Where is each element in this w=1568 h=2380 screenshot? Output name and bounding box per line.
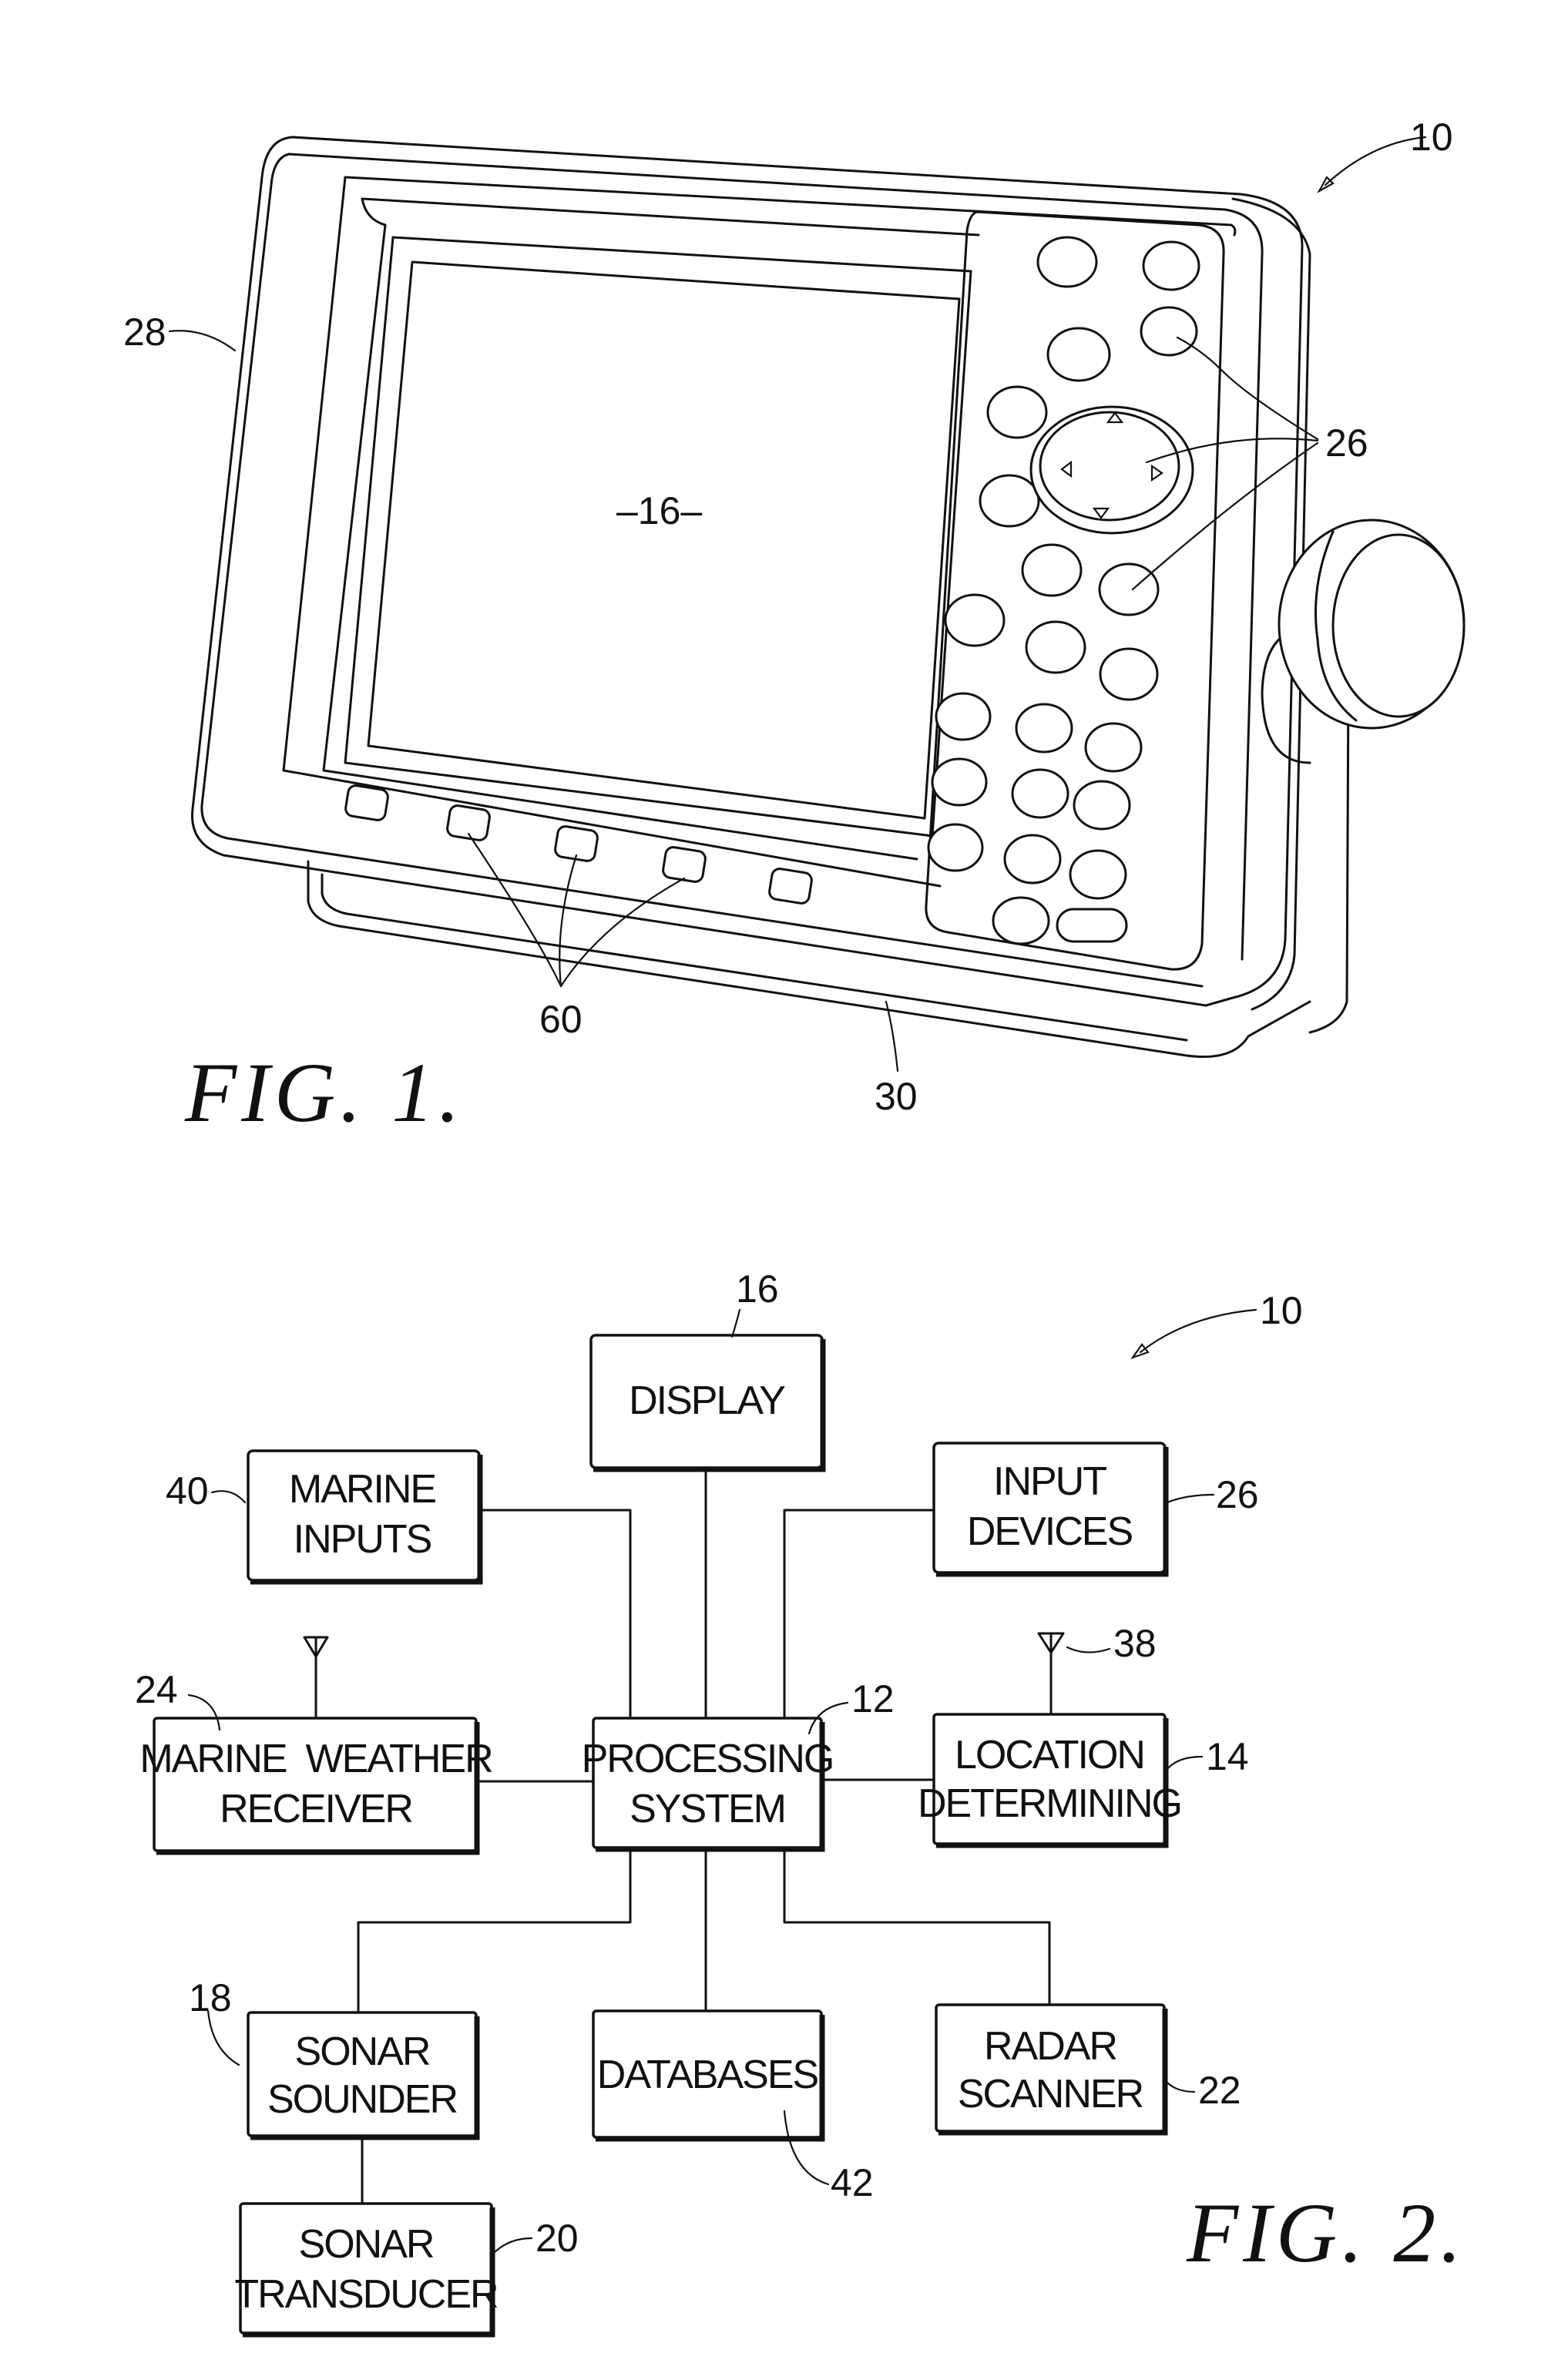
ref-label-24: 24 bbox=[135, 1668, 178, 1711]
ref-label-60: 60 bbox=[539, 998, 583, 1041]
soft-key[interactable] bbox=[446, 804, 491, 841]
screen-display-area bbox=[367, 260, 961, 820]
block-input-devices: INPUT DEVICES bbox=[932, 1442, 1169, 1577]
block-sonar-sounder-label-2: SOUNDER bbox=[267, 2077, 457, 2122]
keypad-button[interactable] bbox=[927, 823, 984, 872]
block-sonar-transducer-label-1: SONAR bbox=[299, 2222, 434, 2267]
ref-label-10-fig1: 10 bbox=[1410, 116, 1453, 159]
soft-key[interactable] bbox=[662, 846, 707, 883]
ref-label-20: 20 bbox=[536, 2217, 579, 2260]
fig2-block-diagram: DISPLAY MARINE INPUTS INPUT DEVICES MARI… bbox=[135, 1267, 1466, 2338]
ref-label-28: 28 bbox=[123, 311, 166, 354]
block-input-devices-label-1: INPUT bbox=[993, 1459, 1106, 1504]
block-radar-label-1: RADAR bbox=[984, 2024, 1116, 2069]
arrowhead-icon bbox=[1130, 1343, 1150, 1360]
keypad-buttons bbox=[927, 236, 1200, 945]
leader-28 bbox=[168, 330, 237, 352]
keypad-button[interactable] bbox=[992, 896, 1050, 945]
fig2-caption: FIG. 2. bbox=[1186, 2186, 1466, 2280]
block-display: DISPLAY bbox=[589, 1334, 826, 1472]
fig1-device-drawing: –16– 10 28 26 60 30 FIG. 1. bbox=[123, 116, 1466, 1140]
keypad-button[interactable] bbox=[1011, 768, 1069, 819]
ref-label-42: 42 bbox=[831, 2161, 874, 2204]
keypad-button[interactable] bbox=[1142, 240, 1200, 291]
bracket-arm bbox=[1308, 676, 1350, 1034]
block-weather-label-1: MARINE WEATHER bbox=[139, 1737, 492, 1781]
block-location-label-2: DETERMINING bbox=[918, 1781, 1181, 1826]
screen-frame bbox=[344, 236, 972, 838]
line-processing-radar bbox=[783, 1836, 1051, 2005]
keypad-button[interactable] bbox=[1015, 703, 1073, 754]
ref-label-14: 14 bbox=[1206, 1735, 1249, 1778]
keypad-button[interactable] bbox=[1099, 647, 1159, 701]
keypad-button[interactable] bbox=[1140, 306, 1198, 357]
block-location-label-1: LOCATION bbox=[955, 1733, 1144, 1777]
keypad-button[interactable] bbox=[944, 593, 1006, 647]
keypad-button[interactable] bbox=[1073, 780, 1131, 831]
block-processing-system: PROCESSING SYSTEM bbox=[582, 1717, 834, 1852]
keypad-button[interactable] bbox=[931, 757, 988, 807]
keypad-button[interactable] bbox=[1069, 849, 1127, 900]
dpad-inner[interactable] bbox=[1039, 411, 1180, 522]
ref-label-12: 12 bbox=[851, 1677, 895, 1720]
soft-keys bbox=[344, 784, 813, 905]
block-processing-label-1: PROCESSING bbox=[582, 1737, 834, 1781]
block-sonar-transducer: SONAR TRANSDUCER bbox=[234, 2202, 499, 2338]
keypad-button[interactable] bbox=[1021, 543, 1083, 597]
block-marine-inputs: MARINE INPUTS bbox=[247, 1449, 483, 1585]
keypad-button[interactable] bbox=[1003, 834, 1062, 885]
mounting-bracket-inner bbox=[321, 873, 1188, 1042]
patent-drawing-sheet: –16– 10 28 26 60 30 FIG. 1. DISPLAY MARI… bbox=[123, 116, 1466, 2338]
block-processing-label-2: SYSTEM bbox=[630, 1787, 785, 1831]
ref-label-26-fig2: 26 bbox=[1216, 1473, 1259, 1516]
ref-label-30: 30 bbox=[875, 1075, 918, 1118]
ref-label-18: 18 bbox=[189, 1976, 232, 2019]
directional-pad[interactable] bbox=[1029, 405, 1194, 535]
block-input-devices-label-2: DEVICES bbox=[967, 1509, 1133, 1554]
ref-label-10-fig2: 10 bbox=[1260, 1289, 1303, 1332]
leader-60-b bbox=[559, 854, 578, 988]
block-databases: DATABASES bbox=[592, 2009, 825, 2142]
line-processing-sonar bbox=[357, 1836, 632, 2016]
soft-key[interactable] bbox=[344, 784, 389, 821]
screen-ref-label: –16– bbox=[616, 489, 702, 532]
keypad-button[interactable] bbox=[1025, 620, 1086, 674]
screen-bezel-inner-top bbox=[361, 197, 980, 237]
block-sonar-sounder-label-1: SONAR bbox=[295, 2029, 430, 2074]
block-radar-scanner: RADAR SCANNER bbox=[935, 2003, 1168, 2136]
block-location-determining: LOCATION DETERMINING bbox=[918, 1713, 1183, 1848]
block-sonar-sounder: SONAR SOUNDER bbox=[247, 2011, 480, 2140]
leader-26-a bbox=[1176, 336, 1319, 441]
keypad-button[interactable] bbox=[935, 692, 992, 741]
mounting-knob[interactable] bbox=[1261, 519, 1466, 764]
ref-label-26-fig1: 26 bbox=[1325, 421, 1368, 465]
keypad-button[interactable] bbox=[1098, 562, 1160, 616]
ref-label-40: 40 bbox=[166, 1469, 209, 1512]
block-radar-label-2: SCANNER bbox=[958, 2072, 1143, 2116]
fig1-caption: FIG. 1. bbox=[184, 1046, 465, 1140]
keypad-button[interactable] bbox=[1036, 236, 1098, 288]
keypad-oblong-button[interactable] bbox=[1056, 908, 1128, 943]
block-marine-weather-receiver: MARINE WEATHER RECEIVER bbox=[139, 1717, 494, 1855]
block-display-label: DISPLAY bbox=[629, 1378, 785, 1423]
line-marine-inputs-processing bbox=[480, 1509, 632, 1720]
ref-label-22: 22 bbox=[1198, 2069, 1241, 2112]
weather-antenna-icon bbox=[303, 1636, 329, 1718]
block-marine-inputs-label-2: INPUTS bbox=[294, 1517, 431, 1562]
block-marine-inputs-label-1: MARINE bbox=[289, 1467, 436, 1512]
block-sonar-transducer-label-2: TRANSDUCER bbox=[234, 2272, 498, 2317]
ref-label-38: 38 bbox=[1113, 1622, 1157, 1665]
soft-key[interactable] bbox=[768, 868, 813, 905]
keypad-button[interactable] bbox=[986, 385, 1048, 439]
keypad-button[interactable] bbox=[1084, 722, 1143, 773]
block-databases-label: DATABASES bbox=[597, 2053, 818, 2097]
block-weather-label-2: RECEIVER bbox=[220, 1787, 412, 1831]
knob-cap bbox=[1331, 533, 1466, 718]
gps-antenna-icon bbox=[1037, 1632, 1065, 1716]
keypad-button[interactable] bbox=[979, 474, 1040, 528]
leader-60-a bbox=[467, 832, 562, 988]
keypad-button[interactable] bbox=[1046, 327, 1111, 382]
ref-label-16: 16 bbox=[736, 1267, 779, 1311]
